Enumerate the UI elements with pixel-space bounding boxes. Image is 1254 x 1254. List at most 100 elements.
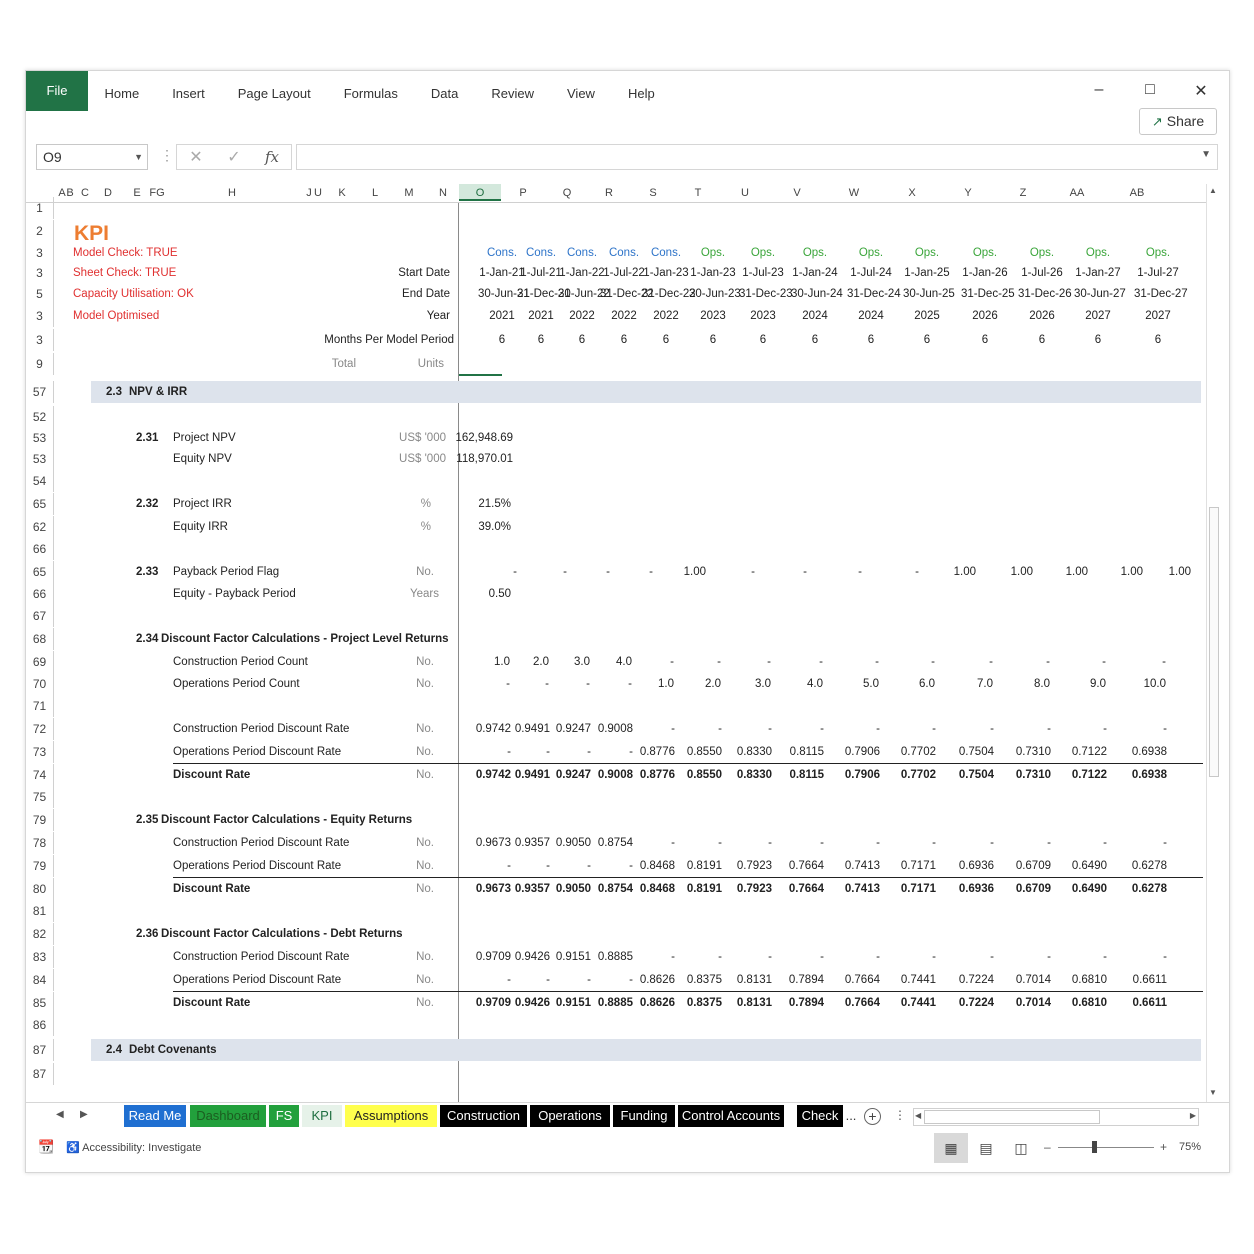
row-header[interactable]: 87 bbox=[26, 1039, 54, 1061]
worksheet-grid[interactable]: A B C D E FG H J U K L M N O P Q R S T U V W X Y Z AA AB 123353395… bbox=[26, 184, 1206, 1102]
row-header[interactable]: 65 bbox=[26, 561, 54, 583]
col-header-u[interactable]: U bbox=[314, 187, 322, 199]
add-sheet-icon[interactable]: + bbox=[864, 1108, 881, 1125]
sheet-tab-check[interactable]: Check bbox=[797, 1105, 843, 1127]
sheet-tab-read-me[interactable]: Read Me bbox=[124, 1105, 186, 1127]
row-header[interactable]: 73 bbox=[26, 741, 54, 763]
col-header-c[interactable]: C bbox=[81, 187, 89, 199]
col-header-h[interactable]: H bbox=[228, 187, 236, 199]
cancel-icon[interactable]: ✕ bbox=[177, 147, 215, 167]
zoom-in-icon[interactable]: + bbox=[1160, 1140, 1167, 1154]
tab-home[interactable]: Home bbox=[88, 71, 156, 115]
row-header[interactable]: 9 bbox=[26, 353, 54, 375]
scroll-thumb-h[interactable] bbox=[924, 1110, 1100, 1124]
row-header[interactable]: 1 bbox=[26, 197, 54, 219]
row-header[interactable]: 71 bbox=[26, 695, 54, 717]
row-header[interactable]: 66 bbox=[26, 583, 54, 605]
scroll-down-icon[interactable]: ▼ bbox=[1209, 1088, 1217, 1097]
scroll-right-icon[interactable]: ▶ bbox=[1190, 1111, 1196, 1120]
row-header[interactable]: 62 bbox=[26, 516, 54, 538]
col-header-m[interactable]: M bbox=[404, 187, 413, 199]
row-header[interactable]: 79 bbox=[26, 855, 54, 877]
sheet-tab-control-accounts[interactable]: Control Accounts bbox=[678, 1105, 784, 1127]
sheet-tab-dashboard[interactable]: Dashboard bbox=[190, 1105, 266, 1127]
row-header[interactable]: 53 bbox=[26, 448, 54, 470]
col-header-s[interactable]: S bbox=[649, 187, 656, 199]
row-header[interactable]: 82 bbox=[26, 923, 54, 945]
zoom-out-icon[interactable]: – bbox=[1044, 1140, 1051, 1154]
row-header[interactable]: 78 bbox=[26, 832, 54, 854]
col-header-z[interactable]: Z bbox=[1020, 187, 1027, 199]
row-header[interactable]: 3 bbox=[26, 262, 54, 284]
row-header[interactable]: 87 bbox=[26, 1063, 54, 1085]
row-header[interactable]: 5 bbox=[26, 283, 54, 305]
enter-icon[interactable]: ✓ bbox=[215, 147, 253, 167]
row-header[interactable]: 68 bbox=[26, 628, 54, 650]
file-tab[interactable]: File bbox=[26, 71, 88, 111]
page-break-view-icon[interactable]: ◫ bbox=[1004, 1133, 1038, 1163]
accessibility-status[interactable]: ♿ Accessibility: Investigate bbox=[66, 1141, 201, 1154]
col-header-o[interactable]: O bbox=[459, 184, 501, 201]
col-header-l[interactable]: L bbox=[372, 187, 378, 199]
tab-insert[interactable]: Insert bbox=[156, 71, 222, 115]
row-header[interactable]: 2 bbox=[26, 220, 54, 242]
row-header[interactable]: 85 bbox=[26, 992, 54, 1014]
prev-sheet-icon[interactable]: ◀ bbox=[56, 1109, 64, 1120]
row-header[interactable]: 57 bbox=[26, 381, 54, 403]
horizontal-scrollbar[interactable]: ◀ ▶ bbox=[913, 1108, 1199, 1126]
chevron-down-icon[interactable]: ▼ bbox=[134, 145, 143, 169]
row-header[interactable]: 79 bbox=[26, 809, 54, 831]
col-header-b[interactable]: B bbox=[66, 187, 73, 199]
col-header-p[interactable]: P bbox=[519, 187, 526, 199]
minimize-button[interactable]: – bbox=[1089, 81, 1109, 99]
row-header[interactable]: 72 bbox=[26, 718, 54, 740]
row-header[interactable]: 70 bbox=[26, 673, 54, 695]
col-header-e[interactable]: E bbox=[133, 187, 140, 199]
sheet-tab-operations[interactable]: Operations bbox=[530, 1105, 610, 1127]
col-header-u[interactable]: U bbox=[741, 187, 749, 199]
row-header[interactable]: 69 bbox=[26, 651, 54, 673]
col-header-r[interactable]: R bbox=[605, 187, 613, 199]
col-header-v[interactable]: V bbox=[793, 187, 800, 199]
scroll-left-icon[interactable]: ◀ bbox=[915, 1111, 921, 1120]
row-header[interactable]: 3 bbox=[26, 305, 54, 327]
sheet-tab-kpi[interactable]: KPI bbox=[302, 1105, 342, 1127]
tab-splitter-icon[interactable]: ⋮ bbox=[894, 1108, 906, 1122]
row-header[interactable]: 86 bbox=[26, 1014, 54, 1036]
col-header-w[interactable]: W bbox=[849, 187, 859, 199]
zoom-level[interactable]: 75% bbox=[1179, 1141, 1201, 1153]
row-header[interactable]: 84 bbox=[26, 969, 54, 991]
row-header[interactable]: 81 bbox=[26, 900, 54, 922]
row-header[interactable]: 52 bbox=[26, 406, 54, 428]
col-header-fg[interactable]: FG bbox=[149, 187, 164, 199]
col-header-n[interactable]: N bbox=[439, 187, 447, 199]
sheet-tab-assumptions[interactable]: Assumptions bbox=[345, 1105, 437, 1127]
tab-formulas[interactable]: Formulas bbox=[327, 71, 414, 115]
col-header-y[interactable]: Y bbox=[964, 187, 971, 199]
col-header-ab[interactable]: AB bbox=[1130, 187, 1145, 199]
function-icon[interactable]: fx bbox=[253, 148, 291, 166]
row-header[interactable]: 83 bbox=[26, 946, 54, 968]
tab-data[interactable]: Data bbox=[414, 71, 474, 115]
sheet-tab-funding[interactable]: Funding bbox=[613, 1105, 675, 1127]
tab-review[interactable]: Review bbox=[475, 71, 551, 115]
normal-view-icon[interactable]: ▦ bbox=[934, 1133, 968, 1163]
row-header[interactable]: 3 bbox=[26, 329, 54, 351]
tab-view[interactable]: View bbox=[551, 71, 612, 115]
zoom-knob[interactable] bbox=[1092, 1141, 1097, 1153]
sheet-tab-fs[interactable]: FS bbox=[269, 1105, 299, 1127]
tab-page-layout[interactable]: Page Layout bbox=[221, 71, 327, 115]
maximize-button[interactable]: □ bbox=[1140, 81, 1160, 99]
close-button[interactable]: ✕ bbox=[1191, 81, 1211, 101]
sheet-tab-construction[interactable]: Construction bbox=[440, 1105, 527, 1127]
col-header-t[interactable]: T bbox=[695, 187, 702, 199]
col-header-q[interactable]: Q bbox=[563, 187, 572, 199]
row-header[interactable]: 53 bbox=[26, 427, 54, 449]
more-sheets[interactable]: ... bbox=[844, 1105, 858, 1127]
row-header[interactable]: 80 bbox=[26, 878, 54, 900]
vertical-scrollbar[interactable]: ▲ ▼ bbox=[1206, 184, 1220, 1102]
page-layout-view-icon[interactable]: ▤ bbox=[969, 1133, 1003, 1163]
col-header-d[interactable]: D bbox=[104, 187, 112, 199]
row-header[interactable]: 66 bbox=[26, 538, 54, 560]
col-header-j[interactable]: J bbox=[306, 187, 312, 199]
